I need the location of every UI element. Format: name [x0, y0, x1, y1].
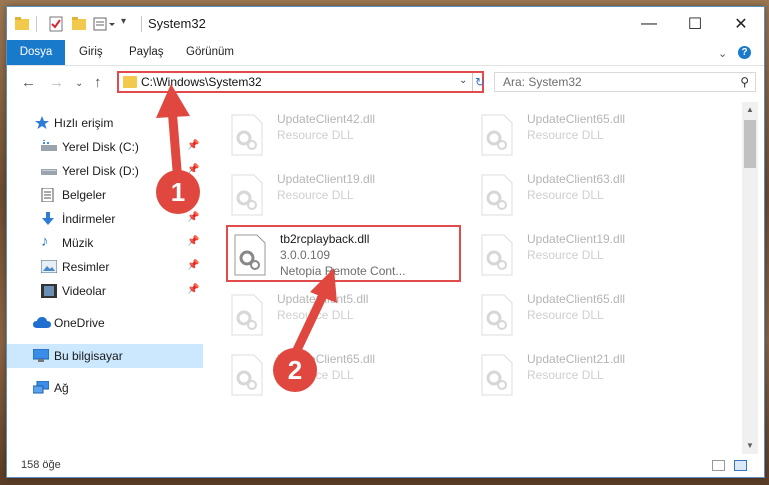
annotation-arrows — [156, 84, 337, 355]
step-1-badge: 1 — [156, 170, 200, 214]
arrow-2 — [292, 268, 337, 355]
arrow-1 — [156, 84, 190, 175]
step-2-badge: 2 — [273, 348, 317, 392]
